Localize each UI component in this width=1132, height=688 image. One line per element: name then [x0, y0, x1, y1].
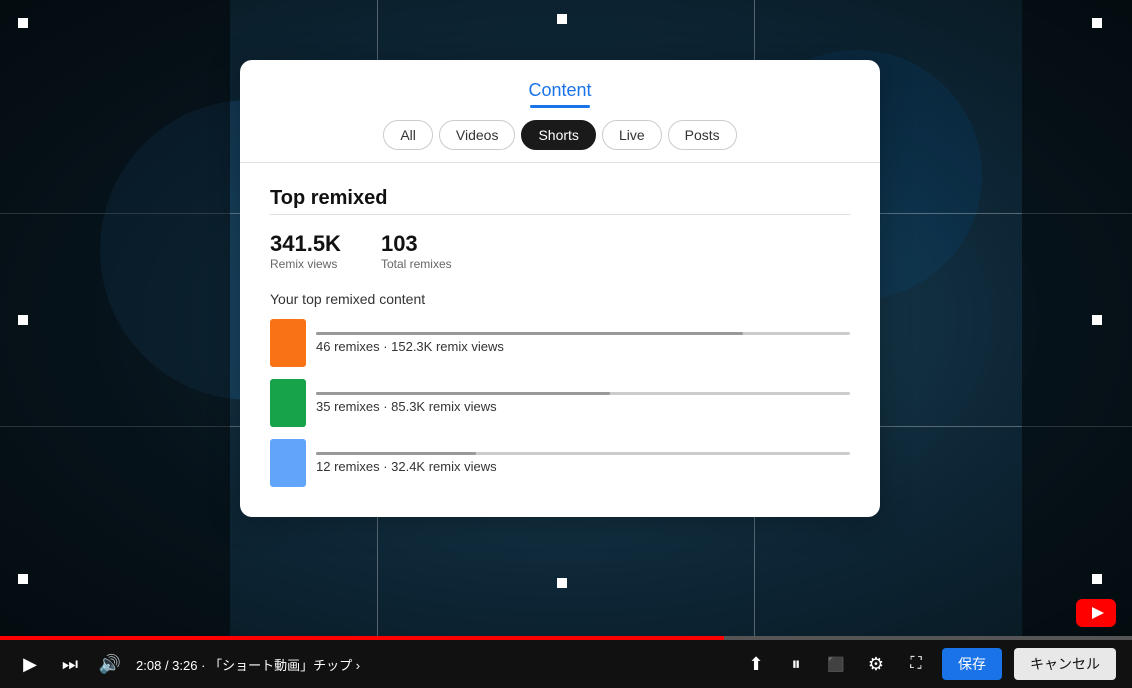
stat-remix-views-value: 341.5K: [270, 231, 341, 257]
crop-handle-top-center[interactable]: [557, 14, 567, 24]
content-bar-fill-3: [316, 452, 476, 455]
dark-overlay-left: [0, 0, 230, 640]
content-bar-fill-1: [316, 332, 743, 335]
modal-body: Top remixed 341.5K Remix views 103 Total…: [240, 163, 880, 517]
modal-header: Content All Videos Shorts Live Posts: [240, 60, 880, 163]
list-item: 46 remixes · 152.3K remix views: [270, 319, 850, 367]
tab-live[interactable]: Live: [602, 120, 662, 150]
modal-title: Content: [270, 80, 850, 101]
crop-handle-middle-left[interactable]: [18, 315, 28, 325]
play-button[interactable]: ▶: [16, 650, 44, 678]
content-bar-fill-2: [316, 392, 610, 395]
content-list: 46 remixes · 152.3K remix views 35 remix…: [270, 319, 850, 487]
skip-button[interactable]: ⏭: [56, 650, 84, 678]
stat-total-remixes-value: 103: [381, 231, 452, 257]
content-thumb-2: [270, 379, 306, 427]
settings-button[interactable]: ⚙: [862, 650, 890, 678]
tab-all[interactable]: All: [383, 120, 433, 150]
crop-handle-top-right[interactable]: [1092, 18, 1102, 28]
save-button[interactable]: 保存: [942, 648, 1002, 680]
tab-videos[interactable]: Videos: [439, 120, 516, 150]
crop-handle-top-left[interactable]: [18, 18, 28, 28]
tab-posts[interactable]: Posts: [668, 120, 737, 150]
upload-button[interactable]: ⬆: [742, 650, 770, 678]
crop-handle-bottom-left[interactable]: [18, 574, 28, 584]
crop-handle-middle-right[interactable]: [1092, 315, 1102, 325]
modal-title-underline: [530, 105, 590, 108]
content-modal: Content All Videos Shorts Live Posts Top…: [240, 60, 880, 517]
tab-shorts[interactable]: Shorts: [521, 120, 595, 150]
dark-overlay-right: [1022, 0, 1132, 640]
controls-bar: ▶ ⏭ 🔊 2:08 / 3:26 · 「ショート動画」チップ › ⬆ ⏸ ⬛ …: [0, 640, 1132, 688]
captions-button[interactable]: ⬛: [822, 650, 850, 678]
time-display: 2:08 / 3:26 · 「ショート動画」チップ ›: [136, 655, 360, 674]
stats-row: 341.5K Remix views 103 Total remixes: [270, 231, 850, 271]
list-item: 12 remixes · 32.4K remix views: [270, 439, 850, 487]
volume-button[interactable]: 🔊: [96, 650, 124, 678]
cancel-button[interactable]: キャンセル: [1014, 648, 1116, 680]
content-info-1: 46 remixes · 152.3K remix views: [316, 332, 850, 354]
content-stats-3: 12 remixes · 32.4K remix views: [316, 459, 850, 474]
content-info-2: 35 remixes · 85.3K remix views: [316, 392, 850, 414]
section-divider: [270, 214, 850, 215]
stat-total-remixes-label: Total remixes: [381, 257, 452, 271]
content-stats-2: 35 remixes · 85.3K remix views: [316, 399, 850, 414]
content-info-3: 12 remixes · 32.4K remix views: [316, 452, 850, 474]
content-stats-1: 46 remixes · 152.3K remix views: [316, 339, 850, 354]
pause-button[interactable]: ⏸: [782, 650, 810, 678]
crop-handle-bottom-center[interactable]: [557, 578, 567, 588]
content-thumb-1: [270, 319, 306, 367]
tab-row: All Videos Shorts Live Posts: [270, 120, 850, 162]
stat-remix-views-label: Remix views: [270, 257, 341, 271]
stat-remix-views: 341.5K Remix views: [270, 231, 341, 271]
list-item: 35 remixes · 85.3K remix views: [270, 379, 850, 427]
content-bar-2: [316, 392, 850, 395]
stat-total-remixes: 103 Total remixes: [381, 231, 452, 271]
top-remixed-label: Your top remixed content: [270, 291, 850, 307]
crop-handle-bottom-right[interactable]: [1092, 574, 1102, 584]
section-title: Top remixed: [270, 187, 850, 210]
content-thumb-3: [270, 439, 306, 487]
yt-watermark: [1076, 599, 1116, 632]
content-bar-1: [316, 332, 850, 335]
fullscreen-button[interactable]: ⛶: [902, 650, 930, 678]
content-bar-3: [316, 452, 850, 455]
